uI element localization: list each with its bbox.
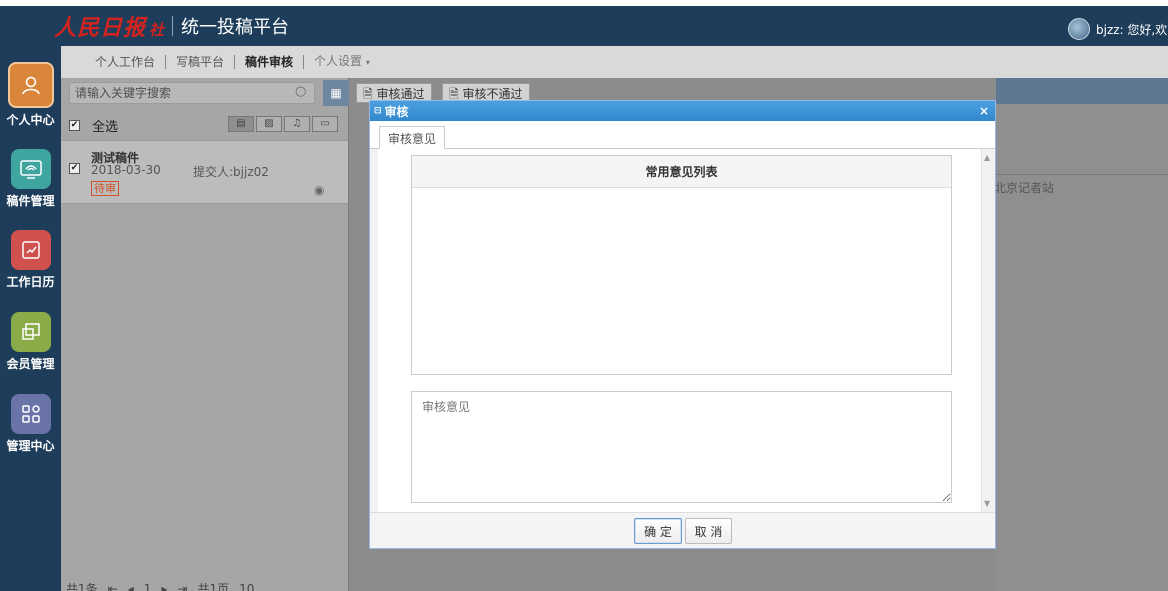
sidebar-label: 个人中心 bbox=[6, 113, 55, 127]
first-page-icon[interactable]: ⇤ bbox=[108, 582, 118, 591]
select-all-label: 全选 bbox=[92, 120, 119, 135]
dialog-footer: 确 定 取 消 bbox=[370, 512, 995, 548]
detail-divider bbox=[980, 174, 1168, 175]
sidebar-label: 会员管理 bbox=[6, 357, 55, 371]
filter-button[interactable]: ▦ bbox=[323, 80, 349, 106]
search-icon[interactable]: ○ bbox=[295, 84, 311, 100]
nav-tab-review[interactable]: 稿件审核 bbox=[235, 55, 305, 69]
detail-header bbox=[996, 78, 1168, 104]
document-icon: 🗎 bbox=[449, 87, 459, 101]
dialog-body: 常用意见列表 bbox=[370, 149, 981, 512]
music-icon[interactable]: ♫ bbox=[284, 116, 310, 132]
page-number[interactable]: 1 bbox=[144, 582, 152, 591]
opinion-list-header: 常用意见列表 bbox=[412, 156, 951, 188]
item-date: 2018-03-30 bbox=[91, 163, 161, 177]
nav-tab-settings[interactable]: 个人设置 ▾ bbox=[304, 54, 380, 70]
manuscript-list-panel: ○ ▦ ✔ 全选 ▤ ▨ ♫ ▭ ✔ 测试稿件 2018-03-30 提交人:b… bbox=[61, 78, 349, 591]
dialog-inner: 常用意见列表 bbox=[378, 149, 981, 512]
video-icon[interactable]: ▭ bbox=[312, 116, 338, 132]
avatar[interactable] bbox=[1068, 18, 1090, 40]
scroll-up-icon[interactable]: ▲ bbox=[984, 153, 990, 162]
approve-label: 审核通过 bbox=[376, 87, 425, 101]
opinion-list: 常用意见列表 bbox=[411, 155, 952, 375]
logo-divider bbox=[172, 16, 174, 36]
sidebar-item-members[interactable]: 会员管理 bbox=[0, 312, 61, 372]
dialog-title: 审核 bbox=[384, 104, 409, 119]
top-nav: 个人工作台 写稿平台 稿件审核 个人设置 ▾ bbox=[61, 46, 1168, 78]
page-size-select[interactable]: 10 bbox=[239, 582, 254, 591]
sidebar-item-calendar[interactable]: 工作日历 bbox=[0, 230, 61, 290]
status-badge: 待审 bbox=[91, 181, 119, 196]
sidebar-label: 稿件管理 bbox=[6, 194, 55, 208]
document-icon: 🗎 bbox=[363, 87, 373, 101]
select-all[interactable]: ✔ 全选 bbox=[69, 116, 118, 135]
pager-total: 共1条 bbox=[66, 582, 98, 591]
reject-label: 审核不通过 bbox=[462, 87, 523, 101]
platform-title: 统一投稿平台 bbox=[181, 17, 290, 38]
sidebar-item-personal-center[interactable]: 个人中心 bbox=[0, 62, 61, 128]
manuscript-icon bbox=[10, 149, 51, 189]
person-icon bbox=[7, 62, 54, 108]
calendar-icon bbox=[10, 230, 51, 270]
chevron-down-icon: ▾ bbox=[365, 58, 370, 67]
user-box[interactable]: bjzz: 您好,欢 bbox=[1068, 18, 1167, 40]
image-icon[interactable]: ▨ bbox=[256, 116, 282, 132]
nav-tab-workbench[interactable]: 个人工作台 bbox=[85, 55, 167, 69]
dialog-tabs: 审核意见 bbox=[370, 121, 995, 150]
logo: 人民日报 社 统一投稿平台 bbox=[54, 12, 290, 41]
station-label: 北京记者站 bbox=[994, 181, 1055, 195]
item-checkbox[interactable]: ✔ bbox=[69, 163, 80, 174]
grid-icon bbox=[10, 394, 51, 434]
select-all-checkbox[interactable]: ✔ bbox=[69, 120, 80, 131]
filter-icon: ▦ bbox=[330, 86, 342, 100]
next-page-icon[interactable]: ▸ bbox=[161, 582, 167, 591]
sidebar-label: 管理中心 bbox=[6, 439, 55, 453]
sidebar-item-manuscript[interactable]: 稿件管理 bbox=[0, 149, 61, 209]
scroll-down-icon[interactable]: ▼ bbox=[984, 499, 990, 508]
detail-area bbox=[996, 78, 1168, 591]
window-icon: ⊟ bbox=[374, 106, 382, 116]
pagination: 共1条 ⇤ ◂ 1 ▸ ⇥ 共1页 10 bbox=[66, 580, 264, 591]
cancel-button[interactable]: 取 消 bbox=[685, 518, 732, 544]
logo-brand-suffix: 社 bbox=[149, 20, 165, 39]
close-icon[interactable]: × bbox=[979, 104, 989, 118]
nav-tab-settings-label: 个人设置 bbox=[314, 54, 363, 68]
sidebar-item-admin[interactable]: 管理中心 bbox=[0, 394, 61, 454]
logo-brand: 人民日报 bbox=[54, 15, 147, 41]
search-input[interactable] bbox=[69, 82, 315, 104]
document-icon[interactable]: ▤ bbox=[228, 116, 254, 132]
nav-tab-writing[interactable]: 写稿平台 bbox=[166, 55, 236, 69]
prev-page-icon[interactable]: ◂ bbox=[128, 582, 134, 591]
user-greeting: bjzz: 您好,欢 bbox=[1096, 22, 1168, 37]
pager-pages: 共1页 bbox=[197, 582, 230, 591]
review-comment-field[interactable] bbox=[411, 391, 952, 503]
type-filter: ▤ ▨ ♫ ▭ bbox=[226, 116, 338, 132]
eye-icon[interactable]: ◉ bbox=[314, 183, 324, 197]
dialog-header: ⊟ 审核 bbox=[370, 101, 995, 121]
dialog-scrollbar[interactable]: ▲ ▼ bbox=[981, 149, 995, 512]
review-dialog: ⊟ 审核 × 审核意见 常用意见列表 ▲ ▼ 确 定 取 消 bbox=[369, 100, 996, 549]
sidebar: 个人中心 稿件管理 工作日历 会员管理 管理中心 bbox=[0, 46, 61, 591]
list-item[interactable]: ✔ 测试稿件 2018-03-30 提交人:bjjz02 待审 ◉ bbox=[61, 140, 348, 204]
confirm-button[interactable]: 确 定 bbox=[634, 518, 682, 544]
item-submitter: 提交人:bjjz02 bbox=[193, 165, 269, 179]
tab-review-opinion[interactable]: 审核意见 bbox=[379, 126, 446, 150]
sidebar-label: 工作日历 bbox=[6, 275, 55, 289]
member-icon bbox=[10, 312, 51, 352]
app-header: 人民日报 社 统一投稿平台 bjzz: 您好,欢 bbox=[0, 6, 1168, 46]
last-page-icon[interactable]: ⇥ bbox=[177, 582, 187, 591]
